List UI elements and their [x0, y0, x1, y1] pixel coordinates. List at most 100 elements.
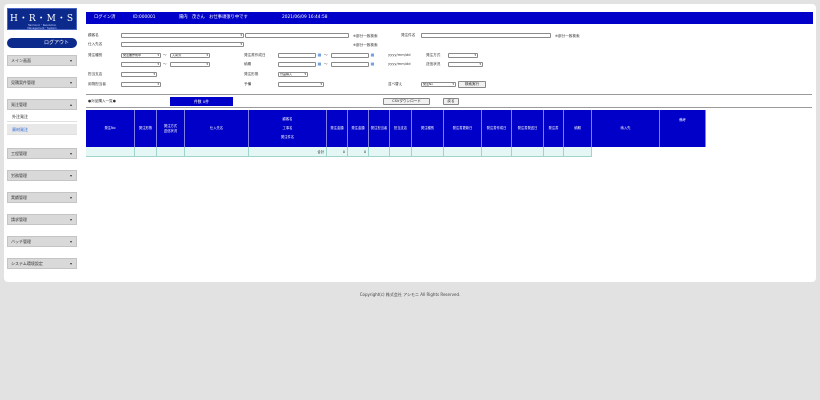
column-header: 担当支店 — [390, 110, 412, 147]
column-header: 発注担当者 — [369, 110, 390, 147]
column-header: 発注書作成日 — [482, 110, 512, 147]
budget-label: 予備 — [244, 82, 252, 86]
order-type-from-select[interactable]: 発注書作成中 — [121, 53, 161, 58]
chevron-down-icon: ▾ — [69, 151, 72, 156]
customer-input[interactable] — [245, 33, 349, 38]
divider — [86, 94, 812, 95]
column-header-label: 仕入先名 — [209, 126, 224, 130]
chevron-down-icon: ▾ — [69, 80, 72, 85]
column-header-label: 顧客名 — [282, 117, 293, 121]
logout-button[interactable]: ログアウト — [7, 38, 77, 48]
column-header-label: 発注形態 — [138, 126, 153, 130]
column-header-label: 発注種別 — [420, 126, 435, 130]
manager-select[interactable] — [121, 82, 161, 87]
nav-labor[interactable]: 労務管理 ▾ — [7, 170, 77, 181]
table-cell — [135, 147, 157, 157]
table-cell — [86, 147, 135, 157]
range-tilde: 〜 — [324, 62, 328, 66]
nav-orders[interactable]: 発注管理 ▴ — [7, 99, 77, 110]
branch-select[interactable] — [121, 72, 157, 77]
order-type-extra-select[interactable] — [121, 62, 161, 67]
deadline-to-input[interactable] — [331, 62, 369, 67]
chevron-down-icon: ▾ — [69, 261, 72, 266]
nav-main[interactable]: メイン画面 ▾ — [7, 55, 77, 66]
table-cell — [185, 147, 249, 157]
column-header: 仕入先名 — [185, 110, 249, 147]
order-type-label: 発注種別 — [88, 53, 103, 57]
nav-sub-materials[interactable]: 資材発注 — [7, 124, 77, 135]
table-cell — [564, 147, 592, 157]
calendar-icon[interactable]: ▦ — [317, 52, 322, 57]
top-bar: ログイン済 ID:000001 陽内 茂さん お仕事頑張り中です 2021/06… — [86, 12, 813, 24]
chevron-down-icon: ▾ — [69, 195, 72, 200]
sort-select[interactable]: 発注No — [421, 82, 456, 87]
column-header: 発注書 — [544, 110, 564, 147]
column-header: 発注金額 — [327, 110, 348, 147]
chevron-up-icon: ▴ — [69, 102, 72, 107]
table-cell — [512, 147, 544, 157]
customer-label: 顧客名 — [88, 33, 99, 37]
user-greeting: 陽内 茂さん お仕事頑張り中です — [179, 15, 248, 20]
logo-title: H・R・M・S — [9, 14, 74, 24]
created-from-input[interactable] — [278, 53, 316, 58]
order-type-to-select[interactable]: 入荷済 — [170, 53, 210, 58]
nav-batch[interactable]: バッチ管理 ▾ — [7, 236, 77, 247]
column-header: 納入先 — [592, 110, 660, 147]
column-header-label: 担当支店 — [393, 126, 408, 130]
order-name-input[interactable] — [421, 33, 551, 38]
calendar-icon[interactable]: ▦ — [317, 61, 322, 66]
table-cell — [157, 147, 185, 157]
nav-estimates-label: 見積案件管理 — [11, 80, 35, 85]
column-header-label: 納入先 — [620, 126, 631, 130]
deadline-from-input[interactable] — [278, 62, 316, 67]
nav-batch-label: バッチ管理 — [11, 239, 31, 244]
order-name-partial-note: ※部分一致検索 — [555, 34, 580, 38]
nav-estimates[interactable]: 見積案件管理 ▾ — [7, 77, 77, 88]
column-header: 納期 — [564, 110, 592, 147]
nav-settings[interactable]: システム環境設定 ▾ — [7, 258, 77, 269]
order-method-select[interactable] — [448, 53, 478, 58]
calendar-icon[interactable]: ▦ — [370, 61, 375, 66]
back-button[interactable]: 戻る — [443, 98, 459, 105]
deadline-label: 納期 — [244, 62, 252, 66]
csv-download-button[interactable]: CSVダウンロード — [383, 98, 430, 105]
supplier-select[interactable] — [121, 42, 244, 47]
column-header: 備考 — [660, 110, 706, 147]
date-format-hint: yyyy/mm/dd — [388, 53, 411, 57]
supplier-partial-note: ※部分一致検索 — [353, 43, 378, 47]
column-header-label: 発注書 — [548, 126, 559, 130]
result-count: 件数 0件 — [170, 97, 233, 106]
nav-process[interactable]: 工程管理 ▾ — [7, 148, 77, 159]
nav-main-label: メイン画面 — [11, 58, 31, 63]
nav-billing-label: 請求管理 — [11, 217, 27, 222]
calendar-icon[interactable]: ▦ — [370, 52, 375, 57]
logo-line2: Management・System — [27, 27, 57, 30]
column-header-label: 工事名 — [282, 126, 293, 130]
column-header-label: 発注No — [104, 126, 116, 130]
user-id: ID:000001 — [133, 15, 156, 20]
column-header-label: 発注担当者 — [370, 126, 388, 130]
order-type-extra-to-select[interactable] — [170, 62, 210, 67]
budget-select[interactable] — [278, 82, 324, 87]
nav-billing[interactable]: 請求管理 ▾ — [7, 214, 77, 225]
order-form-select[interactable]: 付品購入 — [278, 72, 308, 77]
search-button[interactable]: 検索実行 — [458, 81, 486, 88]
customer-select[interactable] — [121, 33, 244, 38]
column-header: 発注書更新日 — [444, 110, 482, 147]
hrms-logo: H・R・M・S Harmonic・Resolution Management・S… — [7, 8, 77, 30]
column-header: 発注No — [86, 110, 135, 147]
chevron-down-icon: ▾ — [69, 239, 72, 244]
column-header-label: 納期 — [574, 126, 581, 130]
column-header: 発注方式 送信状況 — [157, 110, 185, 147]
send-status-select[interactable] — [448, 62, 483, 67]
nav-sub-outsourcing[interactable]: 外注発注 — [7, 111, 77, 122]
range-tilde: 〜 — [324, 53, 328, 57]
table-cell: 0 — [348, 147, 369, 157]
chevron-down-icon: ▾ — [69, 58, 72, 63]
order-name-label: 発注件名 — [401, 33, 416, 37]
table-cell — [482, 147, 512, 157]
nav-results[interactable]: 実績管理 ▾ — [7, 192, 77, 203]
created-to-input[interactable] — [331, 53, 369, 58]
column-header: 顧客名 工事名 発注件名 — [249, 110, 327, 147]
nav-labor-label: 労務管理 — [11, 173, 27, 178]
